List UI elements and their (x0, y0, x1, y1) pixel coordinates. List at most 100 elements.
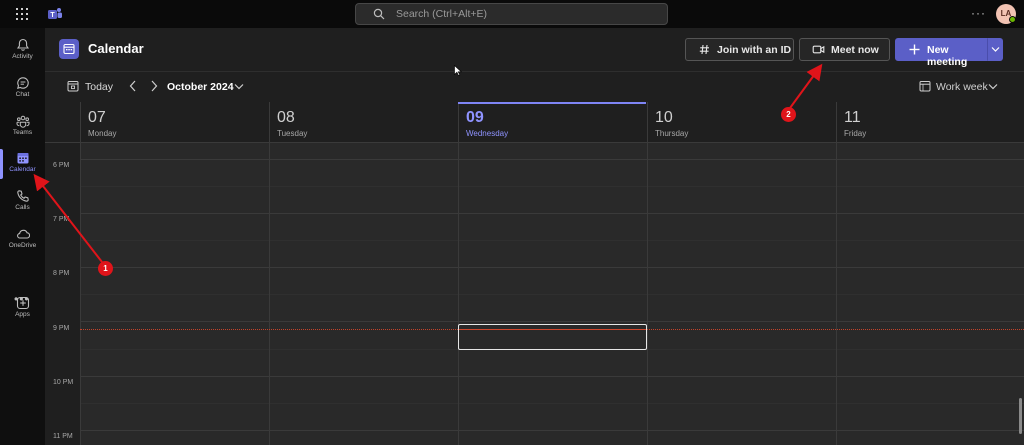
rail-item-teams[interactable]: Teams (0, 108, 45, 148)
view-switcher-icon[interactable] (919, 80, 931, 92)
rail-item-activity[interactable]: Activity (0, 32, 45, 72)
month-picker[interactable]: October 2024 (167, 81, 234, 93)
day-number: 08 (277, 109, 295, 126)
today-indicator (458, 102, 646, 104)
hour-line (80, 430, 1024, 431)
day-number: 11 (844, 109, 861, 126)
rail-label: Activity (12, 53, 33, 60)
join-with-id-label: Join with an ID (717, 44, 792, 56)
bell-icon (16, 38, 29, 51)
title-bar: T Search (Ctrl+Alt+E) ··· LA (0, 0, 1024, 28)
time-label: 6 PM (53, 162, 70, 169)
chevron-down-icon (991, 47, 1000, 52)
meet-now-label: Meet now (831, 44, 879, 56)
new-meeting-dropdown-button[interactable] (987, 38, 1003, 61)
plus-icon (909, 44, 920, 55)
hour-line (80, 267, 1024, 268)
chevron-down-icon[interactable] (234, 83, 244, 90)
chevron-right-icon[interactable] (149, 80, 159, 92)
scrollbar-thumb[interactable] (1019, 398, 1022, 434)
chevron-down-icon[interactable] (988, 83, 998, 90)
day-header-wednesday[interactable]: 09 Wednesday (458, 102, 647, 143)
annotation-badge-1: 1 (98, 261, 113, 276)
rail-label: Apps (15, 311, 30, 318)
add-apps-icon (16, 296, 29, 310)
rail-item-calendar[interactable]: Calendar (0, 145, 45, 185)
teams-icon (16, 115, 29, 128)
day-divider (80, 143, 81, 445)
hour-line (80, 159, 1024, 160)
day-header-thursday[interactable]: 10 Thursday (647, 102, 836, 143)
mouse-cursor-icon (454, 65, 462, 76)
day-name: Wednesday (466, 129, 509, 138)
new-meeting-button[interactable]: New meeting (895, 38, 987, 68)
day-header-monday[interactable]: 07 Monday (80, 102, 269, 143)
rail-label: Calendar (9, 166, 36, 173)
rail-item-apps[interactable]: Apps (0, 290, 45, 330)
today-calendar-icon[interactable] (67, 80, 79, 92)
day-header-tuesday[interactable]: 08 Tuesday (269, 102, 458, 143)
join-with-id-button[interactable]: Join with an ID (685, 38, 794, 61)
hour-line (80, 321, 1024, 322)
day-header-friday[interactable]: 11 Friday (836, 102, 1024, 143)
search-placeholder: Search (Ctrl+Alt+E) (396, 8, 488, 20)
cloud-icon (16, 229, 30, 239)
half-hour-line (80, 240, 1024, 241)
rail-label: Chat (15, 91, 30, 98)
chat-icon (16, 77, 29, 89)
time-gutter: 6 PM 7 PM 8 PM 9 PM 10 PM 11 PM (45, 143, 80, 445)
day-number: 07 (88, 109, 106, 126)
half-hour-line (80, 186, 1024, 187)
search-icon (373, 8, 385, 20)
hour-line (80, 376, 1024, 377)
time-slots[interactable] (80, 143, 1024, 445)
time-label: 8 PM (53, 270, 70, 277)
day-name: Thursday (655, 129, 689, 138)
day-divider (458, 143, 459, 445)
rail-label: OneDrive (8, 242, 37, 249)
today-button[interactable]: Today (85, 81, 113, 93)
rail-label: Teams (12, 129, 33, 136)
half-hour-line (80, 403, 1024, 404)
day-name: Friday (844, 129, 867, 138)
teams-logo-icon: T (48, 8, 62, 19)
rail-item-onedrive[interactable]: OneDrive (0, 221, 45, 261)
phone-icon (16, 190, 29, 202)
day-name: Tuesday (277, 129, 308, 138)
calendar-app-icon (59, 39, 79, 59)
app-launcher-icon[interactable] (16, 8, 28, 20)
view-switcher[interactable]: Work week (936, 81, 988, 93)
half-hour-line (80, 294, 1024, 295)
rail-item-calls[interactable]: Calls (0, 183, 45, 223)
video-camera-icon (812, 45, 825, 54)
rail-label: Calls (15, 204, 30, 211)
active-indicator (0, 149, 3, 179)
meet-now-button[interactable]: Meet now (799, 38, 890, 61)
day-number: 09 (466, 109, 484, 126)
page-title: Calendar (88, 41, 144, 56)
selected-time-slot[interactable] (458, 324, 647, 350)
hour-line (80, 213, 1024, 214)
hash-icon (699, 44, 709, 55)
more-options-icon[interactable]: ··· (971, 6, 986, 20)
rail-item-chat[interactable]: Chat (0, 70, 45, 110)
day-divider (269, 143, 270, 445)
day-number: 10 (655, 109, 673, 126)
new-meeting-label: New meeting (927, 44, 968, 68)
search-input[interactable]: Search (Ctrl+Alt+E) (355, 3, 668, 25)
day-divider (647, 143, 648, 445)
app-rail: Activity Chat Teams Calendar Calls OneDr… (0, 28, 45, 445)
calendar-toolbar: Today October 2024 Work week (45, 72, 1024, 102)
presence-status-icon (1009, 16, 1016, 23)
calendar-header: Calendar Join with an ID Meet now New me… (45, 28, 1024, 72)
time-label: 10 PM (53, 379, 74, 386)
svg-text:T: T (50, 12, 55, 19)
time-label: 11 PM (53, 433, 73, 440)
time-label: 7 PM (53, 216, 70, 223)
week-grid: 07 Monday 08 Tuesday 09 Wednesday 10 Thu… (45, 102, 1024, 445)
day-name: Monday (88, 129, 117, 138)
day-divider (836, 143, 837, 445)
time-label: 9 PM (53, 325, 70, 332)
annotation-badge-2: 2 (781, 107, 796, 122)
chevron-left-icon[interactable] (128, 80, 138, 92)
